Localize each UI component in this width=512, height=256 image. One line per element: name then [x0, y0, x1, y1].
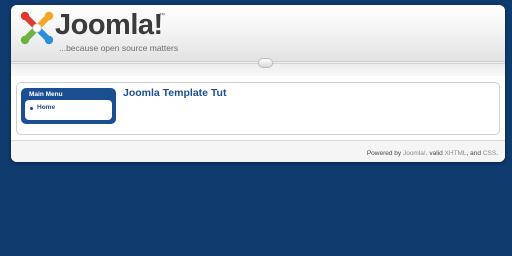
menu-title: Main Menu: [29, 91, 63, 98]
site-footer: Powered by Joomla!. valid XHTML, and CSS…: [11, 140, 505, 162]
bullet-icon: [30, 106, 33, 110]
footer-sep-2: , and: [466, 150, 483, 157]
site-tagline: ...because open source matters: [59, 43, 179, 53]
main-menu-module: Main Menu Home: [21, 88, 116, 124]
article-title[interactable]: Joomla Template Tut: [123, 87, 226, 100]
page-container: Joomla! ™ ...because open source matters…: [11, 5, 505, 162]
menu-item-home[interactable]: Home: [30, 104, 55, 112]
footer-link-xhtml[interactable]: XHTML: [445, 150, 467, 157]
footer-sep-1: . valid: [425, 150, 445, 157]
footer-credits: Powered by Joomla!. valid XHTML, and CSS…: [367, 150, 498, 158]
logo-trademark: ™: [159, 13, 165, 19]
divider-knob-icon: [258, 58, 273, 68]
joomla-logo-icon[interactable]: [20, 11, 54, 45]
site-header: Joomla! ™ ...because open source matters: [11, 5, 505, 62]
logo-wordmark[interactable]: Joomla!: [55, 8, 163, 42]
footer-link-joomla[interactable]: Joomla!: [403, 150, 426, 157]
footer-suffix: .: [496, 150, 498, 157]
menu-list: Home: [25, 100, 112, 120]
footer-prefix: Powered by: [366, 150, 403, 157]
header-divider: [11, 58, 505, 76]
main-content-area: Main Menu Home Joomla Template Tut: [16, 82, 500, 135]
footer-link-css[interactable]: CSS: [483, 150, 496, 157]
menu-item-label: Home: [37, 104, 56, 111]
